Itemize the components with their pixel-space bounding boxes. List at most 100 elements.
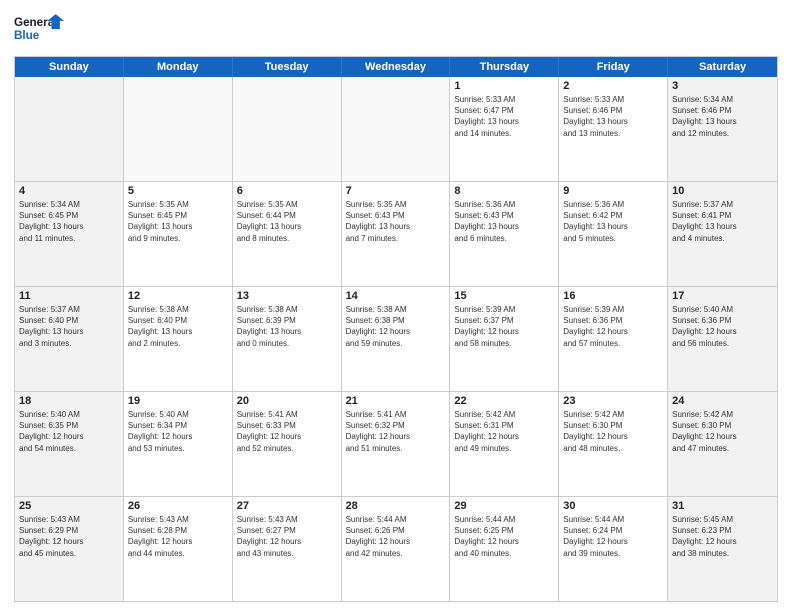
day-number: 17 (672, 290, 773, 302)
day-info: Sunrise: 5:38 AM Sunset: 6:40 PM Dayligh… (128, 304, 228, 349)
day-cell-4: 4 Sunrise: 5:34 AM Sunset: 6:45 PM Daylig… (15, 182, 124, 286)
day-info: Sunrise: 5:36 AM Sunset: 6:43 PM Dayligh… (454, 199, 554, 244)
day-cell-18: 18 Sunrise: 5:40 AM Sunset: 6:35 PM Dayli… (15, 392, 124, 496)
day-number: 25 (19, 500, 119, 512)
day-number: 9 (563, 185, 663, 197)
week-3: 18 Sunrise: 5:40 AM Sunset: 6:35 PM Dayli… (15, 391, 777, 496)
day-info: Sunrise: 5:43 AM Sunset: 6:29 PM Dayligh… (19, 514, 119, 559)
day-info: Sunrise: 5:40 AM Sunset: 6:36 PM Dayligh… (672, 304, 773, 349)
day-info: Sunrise: 5:44 AM Sunset: 6:25 PM Dayligh… (454, 514, 554, 559)
header-day-sunday: Sunday (15, 57, 124, 77)
day-cell-1: 1 Sunrise: 5:33 AM Sunset: 6:47 PM Daylig… (450, 77, 559, 181)
header-day-wednesday: Wednesday (342, 57, 451, 77)
day-number: 4 (19, 185, 119, 197)
day-info: Sunrise: 5:34 AM Sunset: 6:46 PM Dayligh… (672, 94, 773, 139)
day-info: Sunrise: 5:42 AM Sunset: 6:30 PM Dayligh… (563, 409, 663, 454)
day-number: 1 (454, 80, 554, 92)
week-4: 25 Sunrise: 5:43 AM Sunset: 6:29 PM Dayli… (15, 496, 777, 601)
day-info: Sunrise: 5:44 AM Sunset: 6:26 PM Dayligh… (346, 514, 446, 559)
day-info: Sunrise: 5:38 AM Sunset: 6:39 PM Dayligh… (237, 304, 337, 349)
day-number: 15 (454, 290, 554, 302)
week-0: 1 Sunrise: 5:33 AM Sunset: 6:47 PM Daylig… (15, 77, 777, 181)
day-number: 31 (672, 500, 773, 512)
day-number: 8 (454, 185, 554, 197)
day-cell-19: 19 Sunrise: 5:40 AM Sunset: 6:34 PM Dayli… (124, 392, 233, 496)
empty-cell (233, 77, 342, 181)
empty-cell (124, 77, 233, 181)
logo-svg: General Blue (14, 10, 64, 50)
day-info: Sunrise: 5:45 AM Sunset: 6:23 PM Dayligh… (672, 514, 773, 559)
day-info: Sunrise: 5:40 AM Sunset: 6:34 PM Dayligh… (128, 409, 228, 454)
day-cell-13: 13 Sunrise: 5:38 AM Sunset: 6:39 PM Dayli… (233, 287, 342, 391)
day-number: 30 (563, 500, 663, 512)
day-number: 24 (672, 395, 773, 407)
day-info: Sunrise: 5:38 AM Sunset: 6:38 PM Dayligh… (346, 304, 446, 349)
day-info: Sunrise: 5:34 AM Sunset: 6:45 PM Dayligh… (19, 199, 119, 244)
week-1: 4 Sunrise: 5:34 AM Sunset: 6:45 PM Daylig… (15, 181, 777, 286)
day-cell-6: 6 Sunrise: 5:35 AM Sunset: 6:44 PM Daylig… (233, 182, 342, 286)
day-cell-28: 28 Sunrise: 5:44 AM Sunset: 6:26 PM Dayli… (342, 497, 451, 601)
day-cell-14: 14 Sunrise: 5:38 AM Sunset: 6:38 PM Dayli… (342, 287, 451, 391)
day-cell-21: 21 Sunrise: 5:41 AM Sunset: 6:32 PM Dayli… (342, 392, 451, 496)
day-number: 3 (672, 80, 773, 92)
header-day-thursday: Thursday (450, 57, 559, 77)
day-info: Sunrise: 5:35 AM Sunset: 6:44 PM Dayligh… (237, 199, 337, 244)
day-info: Sunrise: 5:44 AM Sunset: 6:24 PM Dayligh… (563, 514, 663, 559)
day-cell-20: 20Sunrise: 5:41 AM Sunset: 6:33 PM Dayli… (233, 392, 342, 496)
day-info: Sunrise: 5:39 AM Sunset: 6:37 PM Dayligh… (454, 304, 554, 349)
header-day-saturday: Saturday (668, 57, 777, 77)
logo: General Blue (14, 10, 64, 50)
day-cell-17: 17 Sunrise: 5:40 AM Sunset: 6:36 PM Dayli… (668, 287, 777, 391)
day-number: 28 (346, 500, 446, 512)
day-number: 7 (346, 185, 446, 197)
header-day-tuesday: Tuesday (233, 57, 342, 77)
empty-cell (15, 77, 124, 181)
day-number: 6 (237, 185, 337, 197)
day-info: Sunrise: 5:33 AM Sunset: 6:46 PM Dayligh… (563, 94, 663, 139)
day-cell-27: 27 Sunrise: 5:43 AM Sunset: 6:27 PM Dayli… (233, 497, 342, 601)
day-info: Sunrise: 5:41 AM Sunset: 6:32 PM Dayligh… (346, 409, 446, 454)
day-info: Sunrise: 5:40 AM Sunset: 6:35 PM Dayligh… (19, 409, 119, 454)
header-day-friday: Friday (559, 57, 668, 77)
day-number: 5 (128, 185, 228, 197)
day-cell-8: 8 Sunrise: 5:36 AM Sunset: 6:43 PM Daylig… (450, 182, 559, 286)
day-cell-26: 26Sunrise: 5:43 AM Sunset: 6:28 PM Dayli… (124, 497, 233, 601)
day-number: 10 (672, 185, 773, 197)
day-info: Sunrise: 5:43 AM Sunset: 6:28 PM Dayligh… (128, 514, 228, 559)
day-info: Sunrise: 5:42 AM Sunset: 6:31 PM Dayligh… (454, 409, 554, 454)
svg-text:General: General (14, 16, 57, 29)
day-number: 16 (563, 290, 663, 302)
day-cell-30: 30 Sunrise: 5:44 AM Sunset: 6:24 PM Dayli… (559, 497, 668, 601)
week-2: 11Sunrise: 5:37 AM Sunset: 6:40 PM Dayli… (15, 286, 777, 391)
day-number: 27 (237, 500, 337, 512)
day-info: Sunrise: 5:42 AM Sunset: 6:30 PM Dayligh… (672, 409, 773, 454)
day-number: 18 (19, 395, 119, 407)
day-cell-22: 22Sunrise: 5:42 AM Sunset: 6:31 PM Dayli… (450, 392, 559, 496)
day-info: Sunrise: 5:35 AM Sunset: 6:45 PM Dayligh… (128, 199, 228, 244)
day-number: 23 (563, 395, 663, 407)
day-cell-11: 11Sunrise: 5:37 AM Sunset: 6:40 PM Dayli… (15, 287, 124, 391)
day-number: 20 (237, 395, 337, 407)
day-cell-3: 3 Sunrise: 5:34 AM Sunset: 6:46 PM Daylig… (668, 77, 777, 181)
day-number: 12 (128, 290, 228, 302)
calendar: SundayMondayTuesdayWednesdayThursdayFrid… (14, 56, 778, 602)
day-info: Sunrise: 5:37 AM Sunset: 6:40 PM Dayligh… (19, 304, 119, 349)
day-cell-31: 31 Sunrise: 5:45 AM Sunset: 6:23 PM Dayli… (668, 497, 777, 601)
day-cell-23: 23 Sunrise: 5:42 AM Sunset: 6:30 PM Dayli… (559, 392, 668, 496)
day-info: Sunrise: 5:33 AM Sunset: 6:47 PM Dayligh… (454, 94, 554, 139)
day-cell-5: 5 Sunrise: 5:35 AM Sunset: 6:45 PM Daylig… (124, 182, 233, 286)
day-info: Sunrise: 5:35 AM Sunset: 6:43 PM Dayligh… (346, 199, 446, 244)
day-number: 21 (346, 395, 446, 407)
day-number: 14 (346, 290, 446, 302)
header: General Blue (14, 10, 778, 50)
day-number: 13 (237, 290, 337, 302)
day-info: Sunrise: 5:39 AM Sunset: 6:36 PM Dayligh… (563, 304, 663, 349)
header-day-monday: Monday (124, 57, 233, 77)
day-number: 19 (128, 395, 228, 407)
day-info: Sunrise: 5:37 AM Sunset: 6:41 PM Dayligh… (672, 199, 773, 244)
day-cell-16: 16 Sunrise: 5:39 AM Sunset: 6:36 PM Dayli… (559, 287, 668, 391)
day-info: Sunrise: 5:43 AM Sunset: 6:27 PM Dayligh… (237, 514, 337, 559)
day-number: 29 (454, 500, 554, 512)
day-cell-2: 2Sunrise: 5:33 AM Sunset: 6:46 PM Daylig… (559, 77, 668, 181)
page: General Blue SundayMondayTuesdayWednesda… (0, 0, 792, 612)
